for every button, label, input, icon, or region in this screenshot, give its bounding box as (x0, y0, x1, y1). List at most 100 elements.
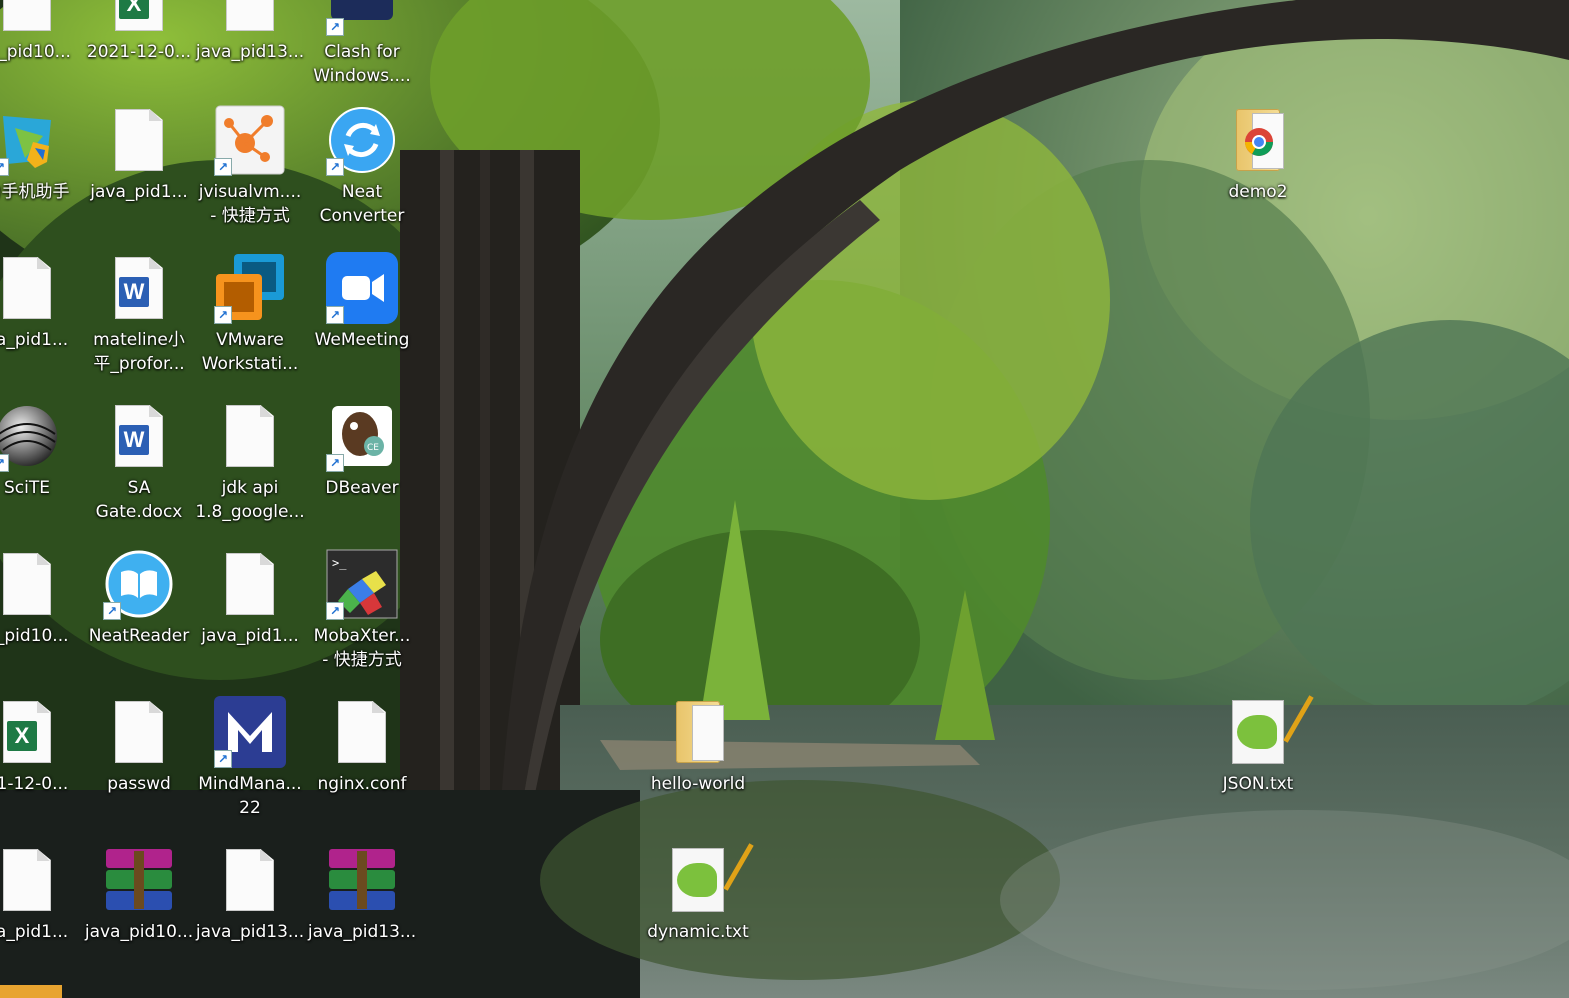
desktop-icon[interactable]: passwd (83, 692, 195, 832)
desktop-icon-image: ↗ (212, 250, 288, 326)
shortcut-arrow-icon: ↗ (326, 454, 344, 472)
desktop-icon[interactable]: a_pid10... (0, 544, 83, 684)
shortcut-arrow-icon: ↗ (214, 750, 232, 768)
desktop-icon[interactable]: X 2021-12-0... (83, 0, 195, 100)
shortcut-arrow-icon: ↗ (103, 602, 121, 620)
desktop-icon-label: Clash for Windows.... (313, 42, 411, 86)
desktop-icon[interactable]: ↗ WeMeeting (306, 248, 418, 388)
desktop-icon-label: a_pid10... (0, 626, 69, 646)
desktop-icon-image (212, 842, 288, 918)
desktop-icon-label: jvisualvm.... - 快捷方式 (198, 182, 302, 226)
desktop-icon-image (101, 694, 177, 770)
desktop-icon-image (0, 546, 65, 622)
desktop-icon[interactable]: va_pid1... (0, 248, 83, 388)
desktop-icon-image: ↗ (0, 398, 65, 474)
shortcut-arrow-icon: ↗ (214, 306, 232, 324)
shortcut-arrow-icon: ↗ (326, 602, 344, 620)
desktop-icon-label: demo2 (1228, 182, 1288, 202)
desktop-icon-image (324, 842, 400, 918)
desktop-icon[interactable]: nginx.conf (306, 692, 418, 832)
desktop-icon[interactable]: ↗ 为手机助手 (0, 100, 83, 240)
desktop-icon[interactable]: Wmateline小 平_profor... (83, 248, 195, 388)
desktop-icon-image: CE ↗ (324, 398, 400, 474)
desktop-icon-label: java_pid13... (195, 42, 305, 62)
desktop-icon-label: 为手机助手 (0, 182, 70, 202)
desktop-icon-label: VMware Workstati... (201, 330, 299, 374)
desktop-icon-image (0, 842, 65, 918)
desktop-icon-image (1220, 694, 1314, 770)
desktop-icon-label: hello-world (650, 774, 746, 794)
blank-file-icon (115, 109, 163, 171)
desktop-icon[interactable]: ↗ Neat Converter (306, 100, 418, 240)
folder-icon (676, 701, 724, 763)
blank-file-icon (3, 0, 51, 31)
desktop-icon[interactable]: ↗ SciTE (0, 396, 83, 536)
desktop-icon[interactable]: W SA Gate.docx (83, 396, 195, 536)
winrar-archive-icon (106, 849, 172, 911)
svg-text:CE: CE (367, 443, 379, 453)
desktop-icon[interactable]: java_pid13... (194, 840, 306, 980)
desktop-icon-label: mateline小 平_profor... (93, 330, 185, 374)
desktop-icon[interactable]: va_pid1... (0, 840, 83, 980)
shortcut-arrow-icon: ↗ (214, 158, 232, 176)
desktop-icon[interactable]: X 21-12-0... (0, 692, 83, 832)
desktop-icon-image (1220, 102, 1296, 178)
shortcut-arrow-icon: ↗ (0, 158, 9, 176)
desktop-icon[interactable]: java_pid13... (306, 840, 418, 980)
desktop-icon-image (212, 546, 288, 622)
desktop-icon-label: passwd (107, 774, 171, 794)
desktop-icon[interactable]: JSON.txt (1202, 692, 1314, 832)
desktop-icon-image: ↗ (0, 102, 65, 178)
blank-file-icon (226, 0, 274, 31)
desktop-icon[interactable]: jdk api 1.8_google... (194, 396, 306, 536)
desktop-icon[interactable]: java_pid1... (83, 100, 195, 240)
desktop-icon-label: java_pid1... (90, 182, 188, 202)
desktop-icon-label: SA Gate.docx (95, 478, 183, 522)
desktop-icon[interactable]: ↗ jvisualvm.... - 快捷方式 (194, 100, 306, 240)
desktop-icon-label: nginx.conf (317, 774, 407, 794)
desktop-icon[interactable]: >_ ↗ MobaXter... - 快捷方式 (306, 544, 418, 684)
desktop-icon[interactable]: ja_pid10... (0, 0, 83, 100)
shortcut-arrow-icon: ↗ (326, 18, 344, 36)
desktop-icon[interactable]: CE ↗ DBeaver (306, 396, 418, 536)
excel-file-icon: X (115, 0, 163, 31)
excel-file-icon: X (3, 701, 51, 763)
desktop-icon[interactable]: ↗ VMware Workstati... (194, 248, 306, 388)
desktop-icon[interactable]: demo2 (1202, 100, 1314, 240)
desktop-icon-label: JSON.txt (1222, 774, 1294, 794)
shortcut-arrow-icon: ↗ (326, 306, 344, 324)
blank-file-icon (226, 553, 274, 615)
blank-file-icon (115, 701, 163, 763)
desktop-icon-image: W (101, 398, 177, 474)
desktop-icon-label: dynamic.txt (647, 922, 749, 942)
desktop-icon[interactable]: ↗ MindMana... 22 (194, 692, 306, 832)
blank-file-icon (3, 257, 51, 319)
word-file-icon: W (115, 257, 163, 319)
desktop-icon-image: X (101, 0, 177, 38)
desktop-icon[interactable]: ↗ NeatReader (83, 544, 195, 684)
desktop-icon[interactable]: dynamic.txt (642, 840, 754, 980)
desktop-icon-image: ↗ (324, 102, 400, 178)
desktop-icon-label: java_pid1... (201, 626, 299, 646)
desktop-icon-label: jdk api 1.8_google... (195, 478, 305, 522)
chrome-folder-icon (1236, 109, 1284, 171)
desktop-icon[interactable]: java_pid13... (194, 0, 306, 100)
notepadpp-file-icon (672, 843, 754, 912)
desktop-icon-label: 2021-12-0... (86, 42, 192, 62)
desktop-icon-image (660, 842, 754, 918)
desktop-icon-image: W (101, 250, 177, 326)
word-file-icon: W (115, 405, 163, 467)
winrar-archive-icon (329, 849, 395, 911)
desktop-icon[interactable]: java_pid1... (194, 544, 306, 684)
desktop-icon[interactable]: hello-world (642, 692, 754, 832)
desktop-icon-label: java_pid13... (195, 922, 305, 942)
desktop-icon-image: ↗ (324, 0, 400, 38)
desktop-icon-label: 21-12-0... (0, 774, 69, 794)
svg-text:>_: >_ (332, 556, 347, 570)
notepadpp-file-icon (1232, 695, 1314, 764)
blank-file-icon (3, 553, 51, 615)
desktop-icon[interactable]: ↗ Clash for Windows.... (306, 0, 418, 100)
desktop-icon-label: va_pid1... (0, 922, 69, 942)
desktop-icon-image: >_ ↗ (324, 546, 400, 622)
desktop-icon[interactable]: java_pid10... (83, 840, 195, 980)
